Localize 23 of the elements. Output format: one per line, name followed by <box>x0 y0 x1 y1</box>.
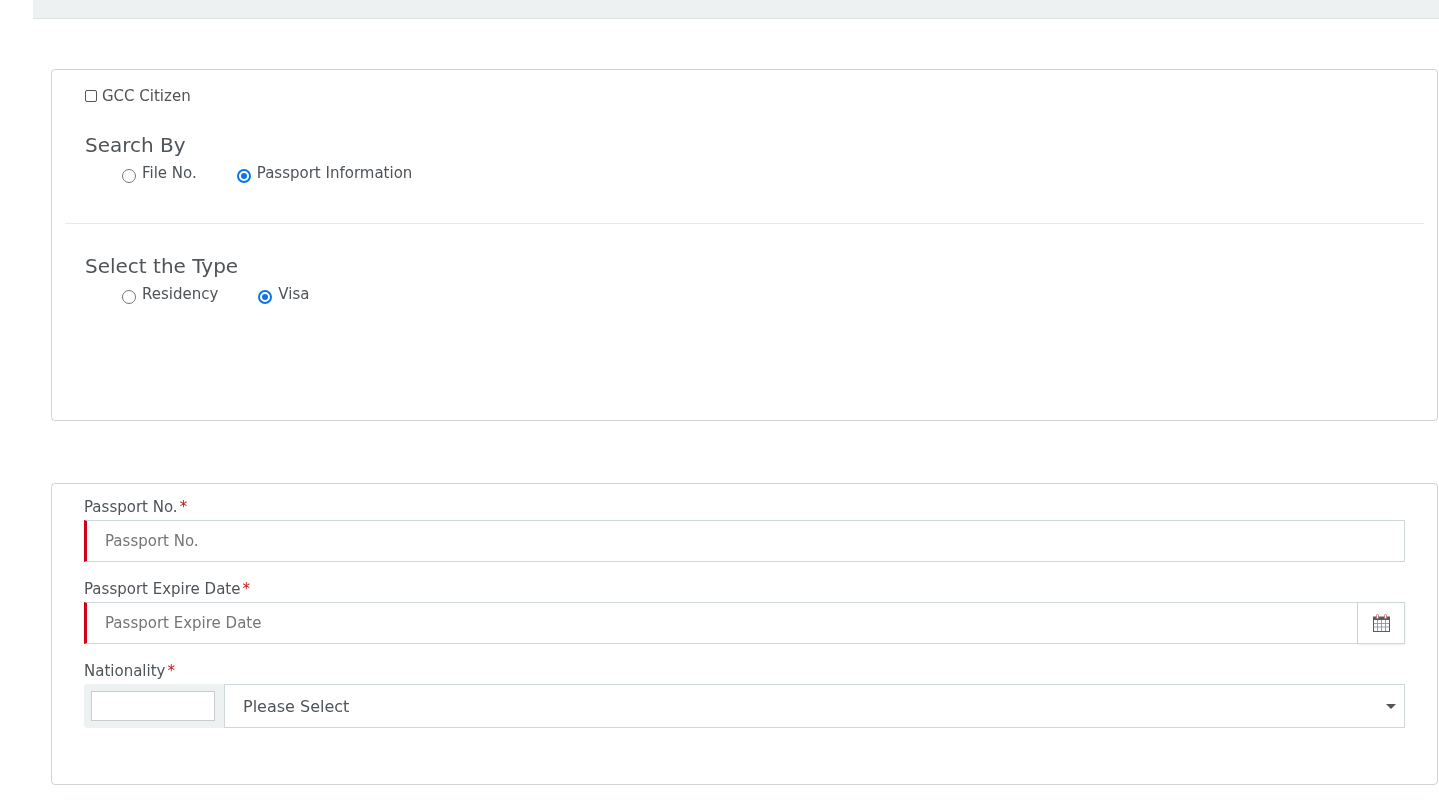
radio-button[interactable] <box>258 290 273 304</box>
section-heading: Select the Type <box>85 254 240 278</box>
checkbox[interactable] <box>85 90 97 102</box>
gcc-citizen-checkbox[interactable]: GCC Citizen <box>85 87 1424 105</box>
required-mark: * <box>242 580 250 598</box>
radio-button[interactable] <box>236 169 251 183</box>
radio-option[interactable]: Residency <box>122 284 219 304</box>
section-heading: Search By <box>85 133 187 157</box>
field-label: Passport No. <box>84 498 178 516</box>
required-mark: * <box>179 498 188 516</box>
field-label: Nationality <box>84 662 166 680</box>
caret-icon <box>1386 703 1396 709</box>
passport-number-field[interactable]: Passport No. <box>84 520 1405 562</box>
calendar-button[interactable] <box>1358 602 1405 644</box>
date-field[interactable]: Passport Expire Date <box>84 602 1358 644</box>
required-mark: * <box>167 662 175 680</box>
radio-option[interactable]: Passport Information <box>236 163 413 183</box>
calendar-icon <box>1372 614 1390 632</box>
search-field[interactable] <box>91 691 215 721</box>
nationality-dropdown[interactable]: Please Select <box>224 684 1405 728</box>
radio-option[interactable]: Visa <box>258 284 310 304</box>
radio-option[interactable]: File No. <box>122 163 197 183</box>
field-label: Passport Expire Date <box>84 580 241 598</box>
